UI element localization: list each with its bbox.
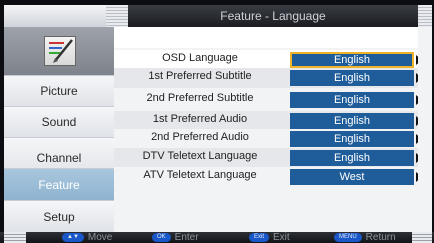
sidebar-item-label: Channel — [36, 151, 82, 165]
hint-return: MENU Return — [334, 232, 396, 243]
hint-enter: OK Enter — [152, 232, 199, 243]
footer-grip-left — [4, 232, 26, 243]
hint-label: Return — [365, 232, 396, 243]
setting-row-1st-audio[interactable]: 1st Preferred Audio English — [114, 111, 422, 131]
sidebar-item-label: Setup — [43, 210, 75, 224]
sidebar-item-sound[interactable]: Sound — [4, 106, 114, 138]
setting-label: DTV Teletext Language — [142, 150, 258, 162]
menu-key-icon: MENU — [334, 233, 362, 242]
settings-panel: OSD Language English 1st Preferred Subti… — [114, 27, 422, 232]
hint-move: ▲▼ Move — [62, 232, 112, 243]
hint-label: Enter — [174, 232, 199, 243]
setting-row-2nd-audio[interactable]: 2nd Preferred Audio English — [114, 129, 422, 149]
setting-value[interactable]: English — [290, 70, 414, 86]
setting-row-atv-teletext[interactable]: ATV Teletext Language West — [114, 167, 422, 187]
footer-grip-right — [412, 232, 432, 243]
setting-row-dtv-teletext[interactable]: DTV Teletext Language English — [114, 148, 422, 168]
setting-label: ATV Teletext Language — [143, 169, 257, 181]
setting-label: 2nd Preferred Audio — [151, 131, 249, 143]
sidebar: Picture Sound Channel Feature Setup — [4, 27, 114, 233]
page-title: Feature - Language — [128, 5, 418, 27]
setting-label: 1st Preferred Audio — [152, 113, 248, 125]
right-edge — [418, 27, 432, 232]
top-right-strip — [418, 5, 432, 27]
setting-value[interactable]: English — [290, 131, 414, 147]
setting-value[interactable]: West — [290, 169, 414, 185]
setting-label: OSD Language — [162, 52, 238, 64]
hint-exit: Exit Exit — [249, 232, 290, 243]
hint-label: Exit — [273, 232, 290, 243]
setting-row-2nd-subtitle[interactable]: 2nd Preferred Subtitle English — [114, 90, 422, 110]
setting-row-osd-language[interactable]: OSD Language English — [114, 50, 422, 70]
setting-value[interactable]: English — [290, 92, 414, 108]
footer-hints: ▲▼ Move OK Enter Exit Exit MENU Return — [0, 232, 434, 243]
top-left-strip — [4, 5, 128, 27]
setting-label: 1st Preferred Subtitle — [148, 70, 252, 82]
sidebar-item-label: Sound — [41, 115, 77, 129]
setting-value[interactable]: English — [290, 52, 414, 68]
hint-label: Move — [87, 232, 113, 243]
ok-key-icon: OK — [152, 233, 171, 242]
setting-value[interactable]: English — [290, 150, 414, 166]
sidebar-item-picture[interactable]: Picture — [4, 75, 114, 107]
exit-key-icon: Exit — [249, 233, 270, 242]
sidebar-item-setup[interactable]: Setup — [4, 200, 114, 233]
setting-value[interactable]: English — [290, 113, 414, 129]
setting-row-1st-subtitle[interactable]: 1st Preferred Subtitle English — [114, 68, 422, 88]
panel-header-space — [114, 27, 418, 48]
strip-cap — [106, 5, 128, 27]
sidebar-item-label: Feature — [38, 178, 80, 192]
notepad-icon — [44, 36, 76, 66]
feature-logo — [4, 27, 114, 75]
sidebar-item-label: Picture — [40, 84, 78, 98]
sidebar-item-feature[interactable]: Feature — [4, 168, 114, 201]
setting-label: 2nd Preferred Subtitle — [146, 92, 254, 104]
updown-key-icon: ▲▼ — [62, 233, 84, 242]
tv-osd-screen: Feature - Language Picture Sound Channel… — [0, 0, 434, 243]
